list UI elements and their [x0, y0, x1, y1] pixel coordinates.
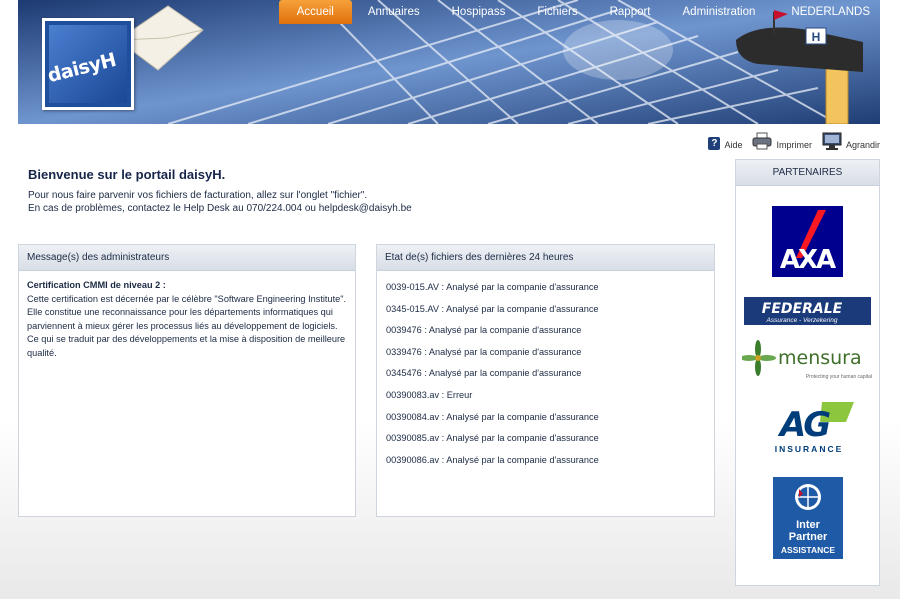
printer-icon	[752, 132, 772, 150]
partners-title: PARTENAIRES	[736, 160, 879, 186]
monitor-icon	[822, 132, 842, 150]
header-banner: H daisyH Accueil Annuaires Hospipass Fic…	[18, 0, 880, 124]
file-status-panel: Etat de(s) fichiers des dernières 24 heu…	[376, 244, 715, 517]
welcome-line-2: En cas de problèmes, contactez le Help D…	[28, 203, 412, 214]
admin-message-body: Cette certification est décernée par le …	[27, 293, 347, 358]
file-status-item[interactable]: 00390084.av : Analysé par la companie d'…	[386, 407, 714, 429]
file-status-item[interactable]: 00390086.av : Analysé par la companie d'…	[386, 450, 714, 472]
file-status-item[interactable]: 0345-015.AV : Analysé par la companie d'…	[386, 299, 714, 321]
admin-panel-title: Message(s) des administrateurs	[19, 245, 355, 271]
language-switch[interactable]: NEDERLANDS	[771, 0, 880, 24]
ag-text: AG	[777, 405, 830, 445]
page-tools: ? Aide Imprimer Agrandir	[708, 132, 880, 150]
axa-logo[interactable]: AXA	[772, 206, 843, 277]
federale-text: FEDERALE	[762, 301, 843, 317]
mensura-text: mensura	[778, 347, 862, 369]
file-status-item[interactable]: 0039-015.AV : Analysé par la companie d'…	[386, 277, 714, 299]
ag-insurance-logo[interactable]: AG INSURANCE	[764, 400, 854, 455]
status-panel-title: Etat de(s) fichiers des dernières 24 heu…	[377, 245, 714, 271]
nav-annuaires[interactable]: Annuaires	[352, 0, 436, 24]
mensura-logo[interactable]: mensura Protecting your human capital	[740, 338, 874, 382]
file-status-item[interactable]: 0345476 : Analysé par la companie d'assu…	[386, 363, 714, 385]
admin-message: Certification CMMI de niveau 2 : Cette c…	[19, 271, 355, 368]
welcome-title: Bienvenue sur le portail daisyH.	[28, 167, 226, 182]
file-status-list: 0039-015.AV : Analysé par la companie d'…	[377, 271, 714, 471]
help-button[interactable]: ? Aide	[708, 137, 742, 150]
file-status-item[interactable]: 0039476 : Analysé par la companie d'assu…	[386, 320, 714, 342]
ag-subtext: INSURANCE	[775, 444, 844, 454]
nav-accueil[interactable]: Accueil	[278, 0, 352, 24]
file-status-item[interactable]: 0339476 : Analysé par la companie d'assu…	[386, 342, 714, 364]
help-label: Aide	[724, 140, 743, 150]
admin-message-heading: Certification CMMI de niveau 2 :	[27, 280, 166, 290]
nav-rapport[interactable]: Rapport	[594, 0, 667, 24]
nav-hospipass[interactable]: Hospipass	[436, 0, 522, 24]
mensura-subtext: Protecting your human capital	[806, 374, 872, 380]
axa-text: AXA	[780, 245, 836, 275]
file-status-item[interactable]: 00390085.av : Analysé par la companie d'…	[386, 428, 714, 450]
file-status-item[interactable]: 00390083.av : Erreur	[386, 385, 714, 407]
svg-text:H: H	[812, 30, 821, 44]
federale-logo[interactable]: FEDERALE Assurance - Verzekering	[744, 297, 871, 325]
ip-line-3: ASSISTANCE	[781, 545, 835, 555]
ip-line-2: Partner	[789, 531, 828, 543]
nav-fichiers[interactable]: Fichiers	[521, 0, 593, 24]
federale-subtext: Assurance - Verzekering	[766, 317, 838, 324]
print-label: Imprimer	[776, 140, 812, 150]
main-navigation: Accueil Annuaires Hospipass Fichiers Rap…	[278, 0, 880, 24]
daisyh-logo[interactable]: daisyH	[42, 18, 134, 110]
welcome-text: Pour nous faire parvenir vos fichiers de…	[28, 189, 412, 215]
zoom-label: Agrandir	[845, 140, 880, 150]
help-icon: ?	[708, 137, 721, 150]
admin-messages-panel: Message(s) des administrateurs Certifica…	[18, 244, 356, 517]
partners-panel: PARTENAIRES AXA FEDERALE Assurance - Ver…	[735, 159, 880, 586]
inter-partner-assistance-logo[interactable]: Inter Partner ASSISTANCE	[773, 477, 843, 559]
zoom-button[interactable]: Agrandir	[822, 132, 880, 150]
welcome-line-1: Pour nous faire parvenir vos fichiers de…	[28, 190, 368, 201]
ip-line-1: Inter	[796, 519, 821, 531]
nav-administration[interactable]: Administration	[667, 0, 772, 24]
print-button[interactable]: Imprimer	[752, 132, 812, 150]
